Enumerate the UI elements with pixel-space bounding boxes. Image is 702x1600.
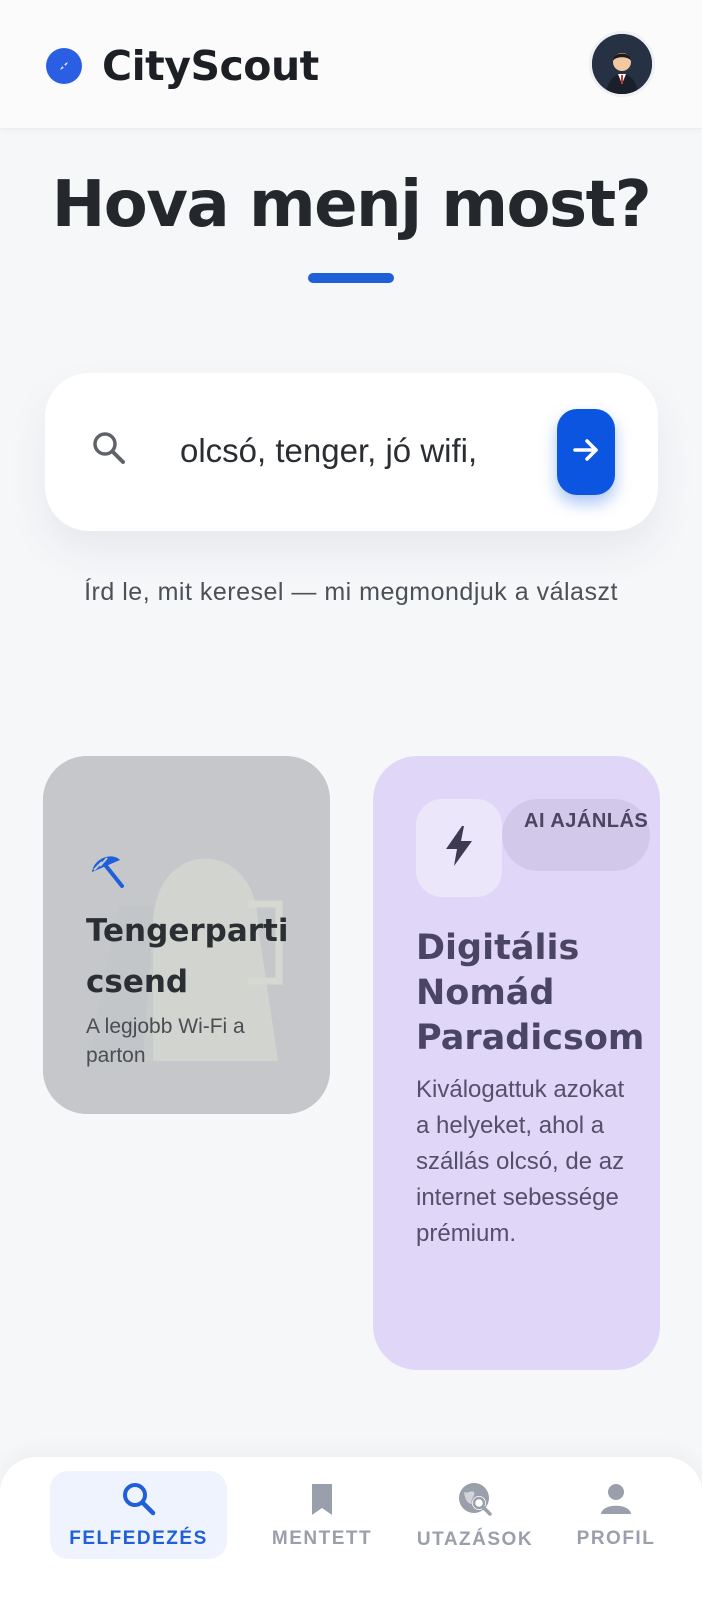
nav-item-trips[interactable]: UTAZÁSOK: [412, 1471, 538, 1559]
title-underline: [308, 273, 394, 283]
destination-card-beach[interactable]: Tengerparti csend A legjobb Wi-Fi a part…: [43, 756, 330, 1114]
user-avatar[interactable]: [589, 31, 655, 97]
nav-item-saved[interactable]: MENTETT: [262, 1471, 382, 1559]
top-app-bar: CityScout: [0, 0, 702, 129]
search-bar: [45, 373, 658, 531]
page-title: Hova menj most?: [51, 168, 652, 242]
bolt-icon-container: [416, 799, 502, 897]
search-icon: [121, 1481, 157, 1522]
card-title: Digitális Nomád Paradicsom: [416, 928, 645, 1058]
app-name: CityScout: [102, 42, 319, 90]
search-hint: Írd le, mit keresel — mi megmondjuk a vá…: [84, 578, 618, 606]
nav-label: FELFEDEZÉS: [69, 1527, 208, 1549]
compass-icon: [46, 48, 82, 84]
card-title: Tengerparti csend: [86, 913, 289, 1000]
person-icon: [598, 1481, 634, 1522]
arrow-right-icon: [570, 434, 602, 471]
nav-item-profile[interactable]: PROFIL: [568, 1471, 664, 1559]
travel-explore-icon: [456, 1480, 494, 1523]
beach-umbrella-icon: [90, 852, 126, 893]
card-description: Kiválogattuk azokat a helyeket, ahol a s…: [416, 1076, 625, 1247]
ai-badge: AI AJÁNLÁS: [502, 799, 650, 871]
nav-label: MENTETT: [271, 1527, 373, 1549]
search-submit-button[interactable]: [557, 409, 615, 495]
nav-label: PROFIL: [576, 1527, 656, 1549]
brand[interactable]: CityScout: [46, 42, 319, 90]
nav-item-explore[interactable]: FELFEDEZÉS: [50, 1471, 227, 1559]
ai-recommendation-card[interactable]: AI AJÁNLÁS Digitális Nomád Paradicsom Ki…: [373, 756, 660, 1370]
bottom-navigation: FELFEDEZÉS MENTETT UTAZÁSOK PROFIL: [0, 1457, 702, 1600]
search-input[interactable]: [180, 421, 530, 481]
bookmark-icon: [304, 1481, 340, 1522]
bolt-icon: [442, 825, 476, 871]
search-icon: [91, 430, 127, 471]
nav-label: UTAZÁSOK: [416, 1528, 534, 1550]
card-subtitle: A legjobb Wi-Fi a parton: [86, 1015, 245, 1067]
